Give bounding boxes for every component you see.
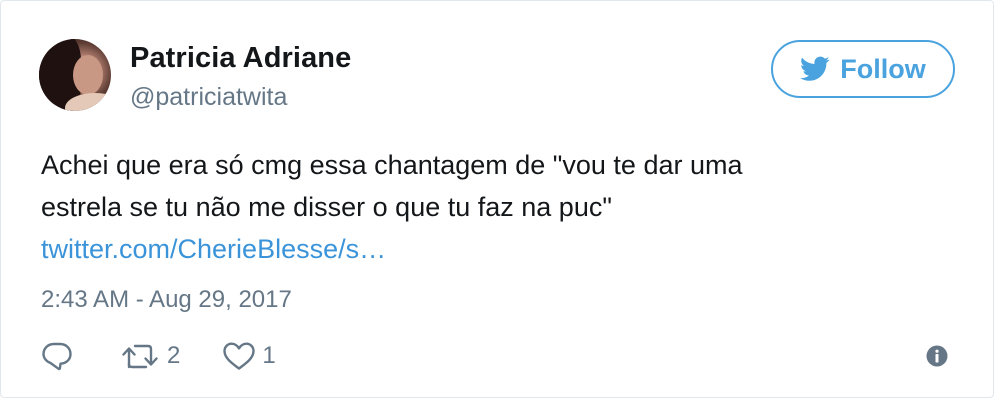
heart-icon <box>223 342 256 370</box>
retweet-button[interactable]: 2 <box>121 341 180 371</box>
reply-button[interactable] <box>41 341 73 371</box>
info-icon[interactable] <box>926 345 948 367</box>
like-button[interactable]: 1 <box>222 341 276 371</box>
follow-label: Follow <box>840 53 926 84</box>
tweet-text-line: Achei que era só cmg essa chantagem de "… <box>41 150 743 180</box>
reply-icon <box>42 342 72 371</box>
twitter-bird-icon <box>800 56 830 81</box>
tweet-card: Patricia Adriane @patriciatwita Follow A… <box>0 0 994 398</box>
tweet-text: Achei que era só cmg essa chantagem de "… <box>41 144 941 270</box>
avatar[interactable] <box>39 39 111 111</box>
tweet-link[interactable]: twitter.com/CherieBlesse/s… <box>41 228 941 270</box>
follow-button[interactable]: Follow <box>771 40 955 98</box>
tweet-text-line: estrela se tu não me disser o que tu faz… <box>41 192 612 222</box>
user-handle[interactable]: @patriciatwita <box>130 83 287 112</box>
retweet-count: 2 <box>167 342 181 369</box>
tweet-actions: 2 1 <box>41 336 276 376</box>
like-count: 1 <box>262 342 276 369</box>
tweet-timestamp[interactable]: 2:43 AM - Aug 29, 2017 <box>41 286 292 314</box>
retweet-icon <box>122 344 158 369</box>
user-name[interactable]: Patricia Adriane <box>130 42 351 75</box>
